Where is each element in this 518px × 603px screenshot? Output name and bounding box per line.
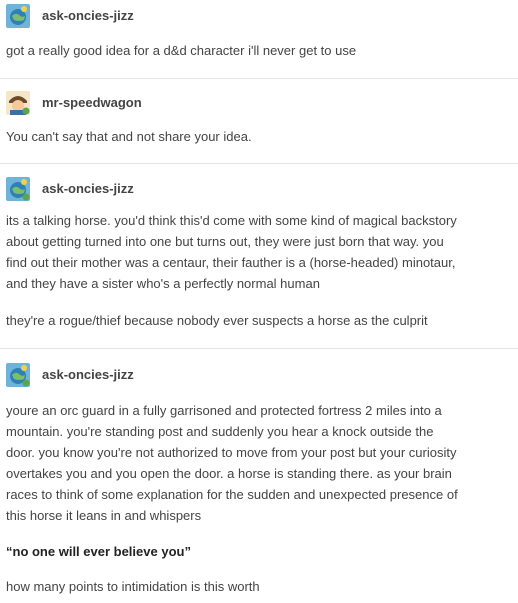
post-text-line: races to think of some explanation for t… [6, 487, 458, 502]
post-header: ask-oncies-jizz [6, 177, 512, 201]
post-text-line: this horse it leans in and whispers [6, 508, 202, 523]
reblog-thread: ask-oncies-jizz got a really good idea f… [0, 0, 518, 603]
post-text-line: and they have a sister who's a perfectly… [6, 276, 320, 291]
blue-globe-avatar-icon[interactable] [6, 363, 30, 387]
post-quote: “no one will ever believe you” [6, 544, 191, 559]
post-text-line: about getting turned into one but turns … [6, 234, 444, 249]
post-text: they're a rogue/thief because nobody eve… [6, 313, 428, 328]
post-text: got a really good idea for a d&d charact… [6, 43, 357, 58]
cartoon-character-avatar-icon[interactable] [6, 91, 30, 115]
post-text-line: door. you know you're not authorized to … [6, 445, 457, 460]
username[interactable]: mr-speedwagon [42, 95, 142, 110]
username[interactable]: ask-oncies-jizz [42, 367, 134, 382]
post-3: ask-oncies-jizz its a talking horse. you… [0, 163, 518, 331]
post-text-line: youre an orc guard in a fully garrisoned… [6, 403, 442, 418]
blue-globe-avatar-icon[interactable] [6, 177, 30, 201]
post-4: ask-oncies-jizz youre an orc guard in a … [0, 348, 518, 597]
post-text: You can't say that and not share your id… [6, 129, 252, 144]
post-2: mr-speedwagon You can't say that and not… [0, 78, 518, 147]
post-1: ask-oncies-jizz got a really good idea f… [0, 4, 518, 61]
post-header: ask-oncies-jizz [6, 4, 512, 28]
username[interactable]: ask-oncies-jizz [42, 8, 134, 23]
username[interactable]: ask-oncies-jizz [42, 181, 134, 196]
blue-globe-avatar-icon[interactable] [6, 4, 30, 28]
post-text-line: overtakes you and you open the door. a h… [6, 466, 452, 481]
post-header: mr-speedwagon [6, 91, 512, 115]
post-header: ask-oncies-jizz [6, 363, 512, 387]
post-text-line: mountain. you're standing post and sudde… [6, 424, 434, 439]
post-text-line: its a talking horse. you'd think this'd … [6, 213, 457, 228]
post-text-line: find out their mother was a centaur, the… [6, 255, 456, 270]
post-text: how many points to intimidation is this … [6, 579, 260, 594]
